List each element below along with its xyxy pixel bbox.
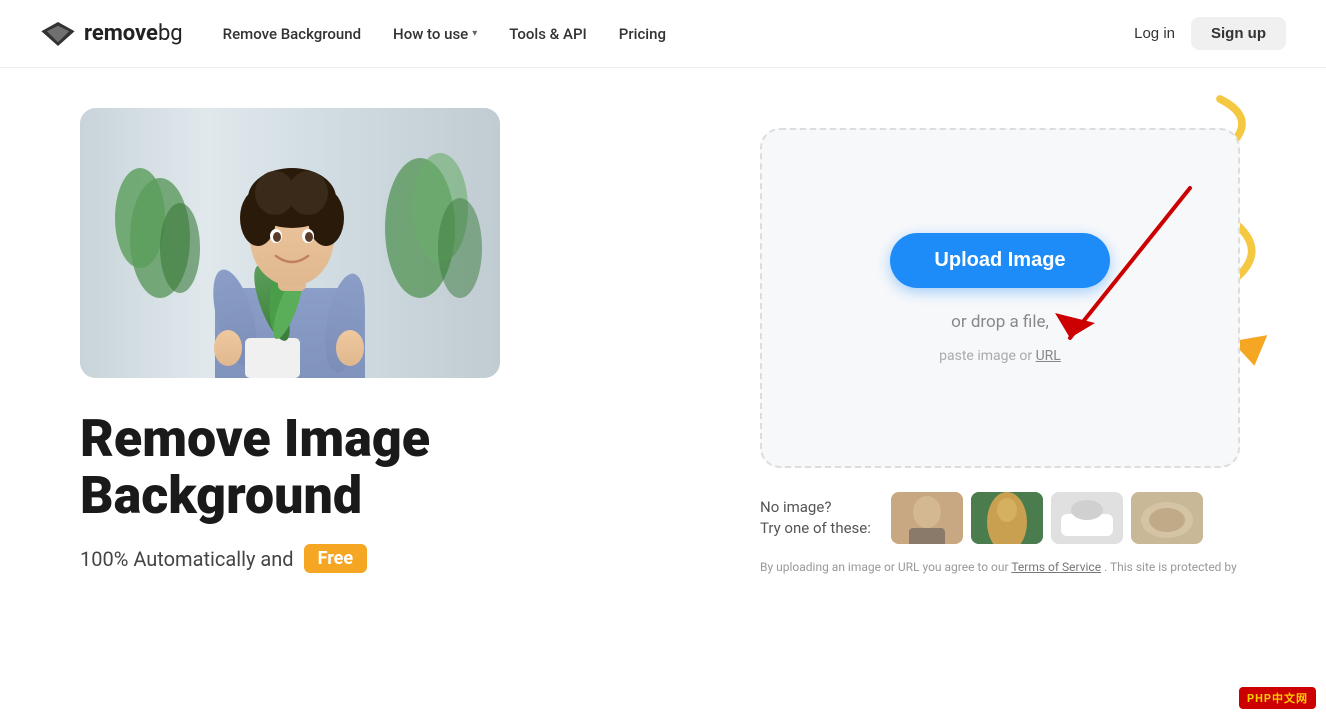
hero-title: Remove Image Background	[80, 410, 700, 524]
hero-illustration	[80, 108, 500, 378]
paste-text: paste image or URL	[939, 348, 1061, 364]
hero-right: Upload Image or drop a file, paste image…	[760, 108, 1240, 574]
sample-section: No image? Try one of these:	[760, 492, 1240, 544]
nav-actions: Log in Sign up	[1134, 17, 1286, 50]
hero-image	[80, 108, 500, 378]
sample-label: No image? Try one of these:	[760, 497, 871, 539]
url-link[interactable]: URL	[1036, 348, 1061, 364]
navbar: removebg Remove Background How to use ▾ …	[0, 0, 1326, 68]
upload-image-button[interactable]: Upload Image	[890, 233, 1109, 288]
nav-links: Remove Background How to use ▾ Tools & A…	[223, 25, 1134, 43]
logo-icon	[40, 22, 76, 46]
nav-how-to-use[interactable]: How to use ▾	[393, 25, 477, 43]
nav-tools-api[interactable]: Tools & API	[509, 25, 587, 43]
sample-image-1[interactable]	[891, 492, 963, 544]
nav-remove-bg[interactable]: Remove Background	[223, 25, 361, 43]
upload-card: Upload Image or drop a file, paste image…	[760, 128, 1240, 468]
login-button[interactable]: Log in	[1134, 25, 1175, 42]
drop-text: or drop a file,	[951, 312, 1049, 332]
hero-subtitle: 100% Automatically and Free	[80, 544, 700, 573]
sample-image-3[interactable]	[1051, 492, 1123, 544]
chevron-down-icon: ▾	[472, 28, 477, 39]
sample-image-4[interactable]	[1131, 492, 1203, 544]
logo-text: removebg	[84, 21, 183, 46]
footer-text: By uploading an image or URL you agree t…	[760, 560, 1240, 574]
free-badge: Free	[304, 544, 368, 573]
sample-images	[891, 492, 1203, 544]
hero-left: Remove Image Background 100% Automatical…	[80, 108, 700, 573]
php-badge: PHP中文网	[1239, 687, 1316, 709]
nav-pricing[interactable]: Pricing	[619, 25, 666, 43]
tos-link[interactable]: Terms of Service	[1011, 560, 1101, 574]
sample-image-2[interactable]	[971, 492, 1043, 544]
logo[interactable]: removebg	[40, 21, 183, 46]
main-content: Remove Image Background 100% Automatical…	[0, 68, 1326, 614]
signup-button[interactable]: Sign up	[1191, 17, 1286, 50]
